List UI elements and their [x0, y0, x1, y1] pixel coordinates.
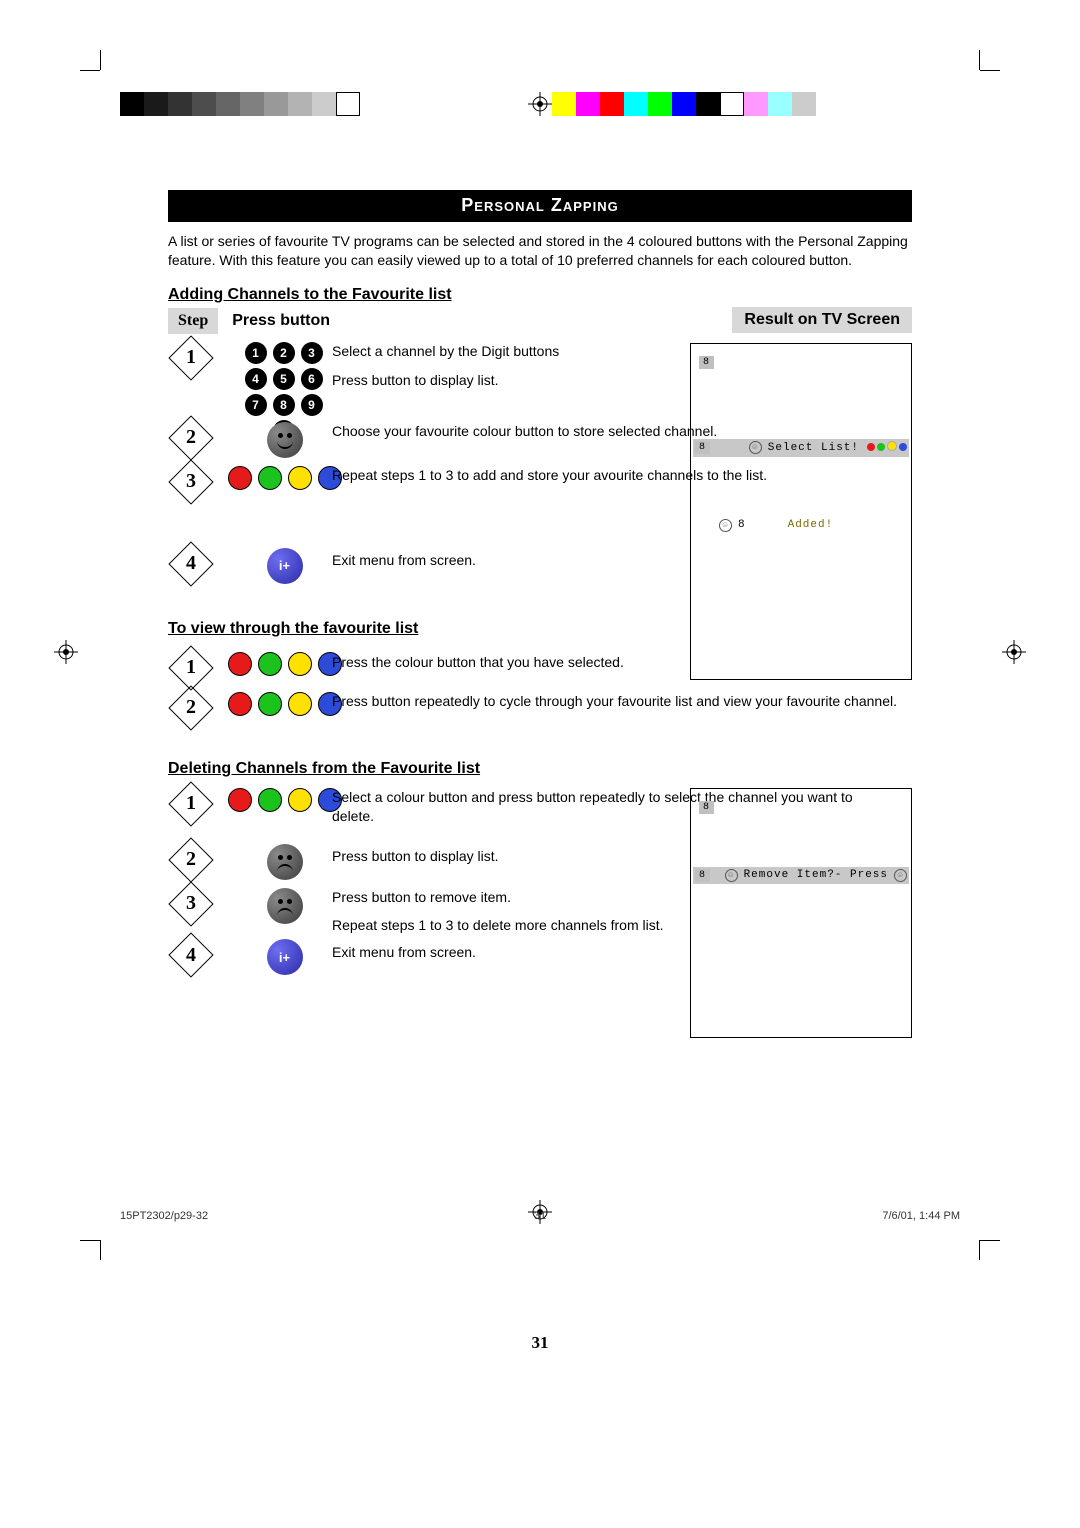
crop-mark	[979, 50, 980, 70]
register-mark-right	[1002, 640, 1026, 664]
col-press: Press button	[218, 308, 344, 334]
color-buttons	[237, 652, 332, 676]
smiley-button	[237, 422, 332, 458]
sad-button	[237, 888, 332, 924]
osd-channel: 8	[699, 356, 714, 369]
crop-mark	[80, 70, 100, 71]
sad-button	[237, 844, 332, 880]
viewing-s2: Press button repeatedly to cycle through…	[332, 692, 898, 711]
crop-mark	[80, 1240, 100, 1241]
crop-mark	[100, 50, 101, 70]
step-1: 1	[175, 652, 207, 684]
register-mark-top	[528, 92, 552, 116]
col-step: Step	[168, 308, 218, 334]
col-result: Result on TV Screen	[732, 307, 912, 333]
color-buttons	[237, 692, 332, 716]
footer-mid: 31	[120, 1210, 960, 1222]
smiley-icon: ☺	[725, 869, 738, 882]
step-2: 2	[175, 692, 207, 724]
color-buttons	[237, 466, 332, 490]
osd-channel: 8	[699, 801, 714, 814]
osd-channel: 8	[738, 519, 746, 531]
step-2: 2	[175, 422, 207, 454]
page: Personal Zapping A list or series of fav…	[0, 0, 1080, 1528]
osd-select-list: Select List!	[768, 442, 859, 454]
step-4: 4	[175, 548, 207, 580]
color-buttons	[237, 788, 332, 812]
tv-screen-adding: 8 8 ☺ Select List! ☺ 8 Added!	[690, 343, 912, 680]
step-1: 1	[175, 342, 207, 374]
crop-mark	[979, 1240, 980, 1260]
deleting-section: 8 8 ☺ Remove Item?- Press ☺ 1 Select a c…	[168, 788, 912, 976]
osd-remove: Remove Item?- Press	[744, 869, 888, 881]
exit-icon: i+	[279, 950, 290, 965]
osd-color-dots	[865, 441, 907, 455]
section-title: Personal Zapping	[168, 190, 912, 222]
heading-deleting: Deleting Channels from the Favourite lis…	[168, 760, 912, 778]
smiley-icon: ☺	[719, 519, 732, 532]
crop-mark	[980, 1240, 1000, 1241]
register-mark-left	[54, 640, 78, 664]
osd-channel: 8	[695, 869, 710, 882]
step-1: 1	[175, 788, 207, 820]
smiley-icon: ☺	[894, 869, 907, 882]
page-number: 31	[168, 1333, 912, 1353]
adding-section: Step Press button Result on TV Screen 8 …	[168, 308, 912, 584]
crop-mark	[100, 1240, 101, 1260]
tv-screen-deleting: 8 8 ☺ Remove Item?- Press ☺	[690, 788, 912, 1038]
exit-button: i+	[237, 548, 332, 584]
step-4: 4	[175, 939, 207, 971]
step-3: 3	[175, 466, 207, 498]
crop-mark	[980, 70, 1000, 71]
osd-added: Added!	[788, 519, 834, 531]
step-3: 3	[175, 888, 207, 920]
footer: 15PT2302/p29-32 31 7/6/01, 1:44 PM	[120, 1210, 960, 1222]
color-strip	[552, 92, 816, 116]
osd-channel: 8	[695, 441, 710, 454]
heading-adding: Adding Channels to the Favourite list	[168, 286, 912, 304]
step-2: 2	[175, 844, 207, 876]
exit-button: i+	[237, 939, 332, 975]
smiley-icon: ☺	[749, 441, 762, 454]
exit-icon: i+	[279, 558, 290, 573]
intro-text: A list or series of favourite TV program…	[168, 232, 912, 270]
grayscale-strip	[120, 92, 360, 116]
content: Personal Zapping A list or series of fav…	[168, 190, 912, 975]
